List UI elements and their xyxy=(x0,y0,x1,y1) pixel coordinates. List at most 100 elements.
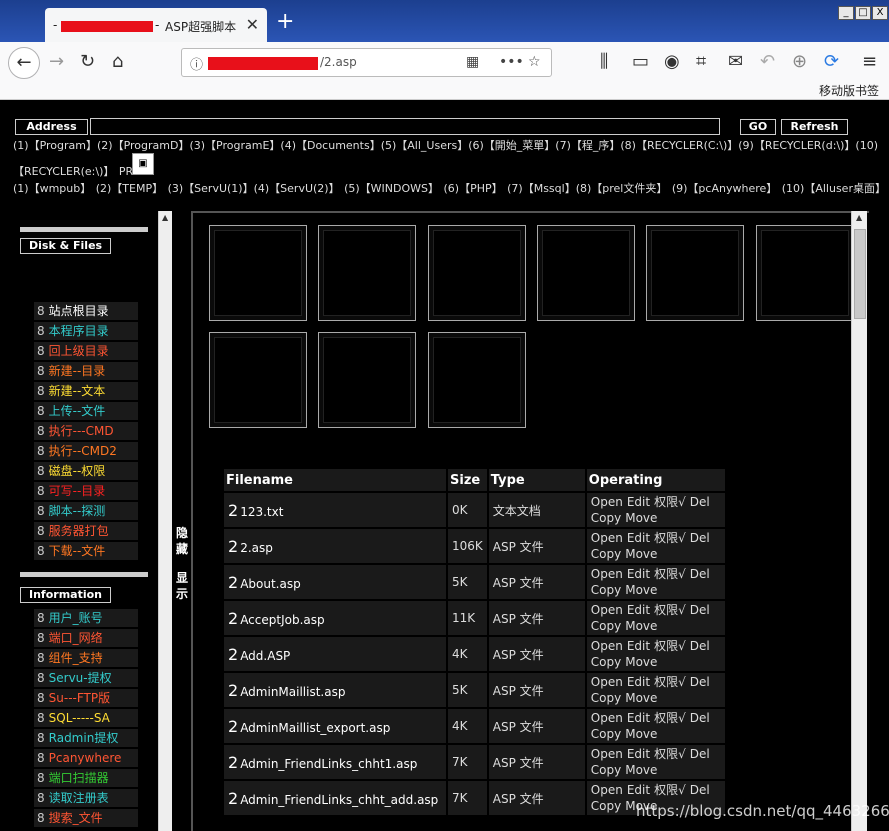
folder-thumbnail[interactable] xyxy=(209,332,307,428)
open-link[interactable]: Open xyxy=(591,675,623,689)
sidebar-item[interactable]: 8 Pcanywhere xyxy=(34,749,138,767)
filename-cell[interactable]: 2 About.asp xyxy=(224,565,446,599)
sidebar-item[interactable]: 8 磁盘--权限 xyxy=(34,462,138,480)
sidebar-item[interactable]: 8 端口_网络 xyxy=(34,629,138,647)
folder-thumbnail[interactable] xyxy=(646,225,744,321)
open-link[interactable]: Open xyxy=(591,639,623,653)
move-link[interactable]: Move xyxy=(625,547,657,561)
forward-icon[interactable]: → xyxy=(49,51,64,73)
new-tab-icon[interactable]: + xyxy=(276,11,294,33)
folder-thumbnail[interactable] xyxy=(756,225,854,321)
folder-thumbnail[interactable] xyxy=(318,332,416,428)
copy-link[interactable]: Copy xyxy=(591,727,621,741)
edit-link[interactable]: Edit xyxy=(627,567,650,581)
permission-link[interactable]: 权限√ xyxy=(654,495,686,509)
move-link[interactable]: Move xyxy=(625,655,657,669)
scroll-up-icon[interactable]: ▲ xyxy=(162,213,168,222)
folder-thumbnail[interactable] xyxy=(537,225,635,321)
edit-link[interactable]: Edit xyxy=(627,783,650,797)
delete-link[interactable]: Del xyxy=(690,495,710,509)
permission-link[interactable]: 权限√ xyxy=(654,711,686,725)
sidebar-item[interactable]: 8 上传--文件 xyxy=(34,402,138,420)
permission-link[interactable]: 权限√ xyxy=(654,675,686,689)
sidebar-item[interactable]: 8 服务器打包 xyxy=(34,522,138,540)
table-row[interactable]: 2 AcceptJob.asp 11K ASP 文件 Open Edit 权限√ Del Cop… xyxy=(224,601,725,635)
edit-link[interactable]: Edit xyxy=(627,531,650,545)
filename-cell[interactable]: 2 Admin_FriendLinks_chht_add.asp xyxy=(224,781,446,815)
filename-link[interactable]: Add.ASP xyxy=(240,649,290,663)
open-link[interactable]: Open xyxy=(591,747,623,761)
move-link[interactable]: Move xyxy=(625,619,657,633)
edit-link[interactable]: Edit xyxy=(627,711,650,725)
scroll-up-icon[interactable]: ▲ xyxy=(856,213,862,222)
edit-link[interactable]: Edit xyxy=(627,675,650,689)
show-toggle[interactable]: 显示 xyxy=(176,570,190,602)
copy-link[interactable]: Copy xyxy=(591,619,621,633)
minimize-button[interactable]: _ xyxy=(838,6,854,20)
disk-files-section[interactable]: Disk & Files xyxy=(20,238,112,254)
library-icon[interactable]: ⫼ xyxy=(600,51,608,73)
folder-shortcuts-row[interactable]: (1)【wmpub】 (2)【TEMP】 (3)【ServU(1)】(4)【Se… xyxy=(13,182,886,196)
open-link[interactable]: Open xyxy=(591,711,623,725)
delete-link[interactable]: Del xyxy=(690,639,710,653)
table-row[interactable]: 2 Admin_FriendLinks_chht1.asp 7K ASP 文件 Open… xyxy=(224,745,725,779)
sidebar-item[interactable]: 8 端口扫描器 xyxy=(34,769,138,787)
table-row[interactable]: 2 AdminMaillist.asp 5K ASP 文件 Open Edit 权限√ Del… xyxy=(224,673,725,707)
permission-link[interactable]: 权限√ xyxy=(654,747,686,761)
sidebar-item[interactable]: 8 脚本--探测 xyxy=(34,502,138,520)
table-row[interactable]: 2 123.txt 0K 文本文档 Open Edit 权限√ Del Copy Move xyxy=(224,493,725,527)
permission-link[interactable]: 权限√ xyxy=(654,567,686,581)
table-row[interactable]: 2 About.asp 5K ASP 文件 Open Edit 权限√ Del Copy Move xyxy=(224,565,725,599)
globe-icon[interactable]: ⊕ xyxy=(792,51,807,73)
sidebar-item[interactable]: 8 Radmin提权 xyxy=(34,729,138,747)
delete-link[interactable]: Del xyxy=(690,783,710,797)
qr-code-icon[interactable]: ▦ xyxy=(466,54,479,70)
delete-link[interactable]: Del xyxy=(690,711,710,725)
go-button[interactable]: GO xyxy=(740,119,776,135)
folder-thumbnail[interactable] xyxy=(428,332,526,428)
copy-link[interactable]: Copy xyxy=(591,691,621,705)
more-actions-icon[interactable]: ••• xyxy=(499,54,524,70)
information-section[interactable]: Information xyxy=(20,587,111,603)
screenshot-icon[interactable]: ⌗ xyxy=(696,51,706,73)
sidebar-item[interactable]: 8 回上级目录 xyxy=(34,342,138,360)
move-link[interactable]: Move xyxy=(625,511,657,525)
browser-tab[interactable]: - - ASP超强脚本 ✕ xyxy=(45,8,267,42)
permission-link[interactable]: 权限√ xyxy=(654,639,686,653)
permission-link[interactable]: 权限√ xyxy=(654,531,686,545)
account-icon[interactable]: ◉ xyxy=(664,51,680,73)
move-link[interactable]: Move xyxy=(625,691,657,705)
sidebar-item[interactable]: 8 新建--目录 xyxy=(34,362,138,380)
sidebar-item[interactable]: 8 搜索_文件 xyxy=(34,809,138,827)
url-bar[interactable]: ⓘ /2.asp ▦ ••• ☆ xyxy=(181,48,552,77)
column-header-type[interactable]: Type xyxy=(488,469,585,491)
mobile-bookmarks-link[interactable]: 移动版书签 xyxy=(819,82,879,99)
filename-link[interactable]: AdminMaillist.asp xyxy=(240,685,345,699)
edit-link[interactable]: Edit xyxy=(627,603,650,617)
column-header-size[interactable]: Size xyxy=(448,469,487,491)
table-row[interactable]: 2 AdminMaillist_export.asp 4K ASP 文件 Open Edi… xyxy=(224,709,725,743)
copy-link[interactable]: Copy xyxy=(591,511,621,525)
menu-icon[interactable]: ≡ xyxy=(862,51,877,73)
sidebar-scrollbar[interactable]: ▲ xyxy=(158,211,172,831)
filename-link[interactable]: AcceptJob.asp xyxy=(240,613,324,627)
scrollbar-thumb[interactable] xyxy=(854,229,866,319)
sidebar-item[interactable]: 8 Servu-提权 xyxy=(34,669,138,687)
copy-link[interactable]: Copy xyxy=(591,547,621,561)
filename-cell[interactable]: 2 123.txt xyxy=(224,493,446,527)
sidebar-icon[interactable]: ▭ xyxy=(632,51,649,73)
filename-cell[interactable]: 2 AcceptJob.asp xyxy=(224,601,446,635)
back-icon[interactable]: ← xyxy=(8,47,40,79)
filename-link[interactable]: About.asp xyxy=(240,577,301,591)
open-link[interactable]: Open xyxy=(591,783,623,797)
reload-icon[interactable]: ↻ xyxy=(80,51,95,73)
filename-link[interactable]: 123.txt xyxy=(240,505,283,519)
sidebar-item[interactable]: 8 本程序目录 xyxy=(34,322,138,340)
folder-thumbnail[interactable] xyxy=(209,225,307,321)
sidebar-item[interactable]: 8 组件_支持 xyxy=(34,649,138,667)
copy-link[interactable]: Copy xyxy=(591,799,621,813)
hide-toggle[interactable]: 隐藏 xyxy=(176,525,190,557)
sync-icon[interactable]: ⟳ xyxy=(824,51,839,73)
filename-cell[interactable]: 2 Add.ASP xyxy=(224,637,446,671)
sidebar-item[interactable]: 8 用户_账号 xyxy=(34,609,138,627)
